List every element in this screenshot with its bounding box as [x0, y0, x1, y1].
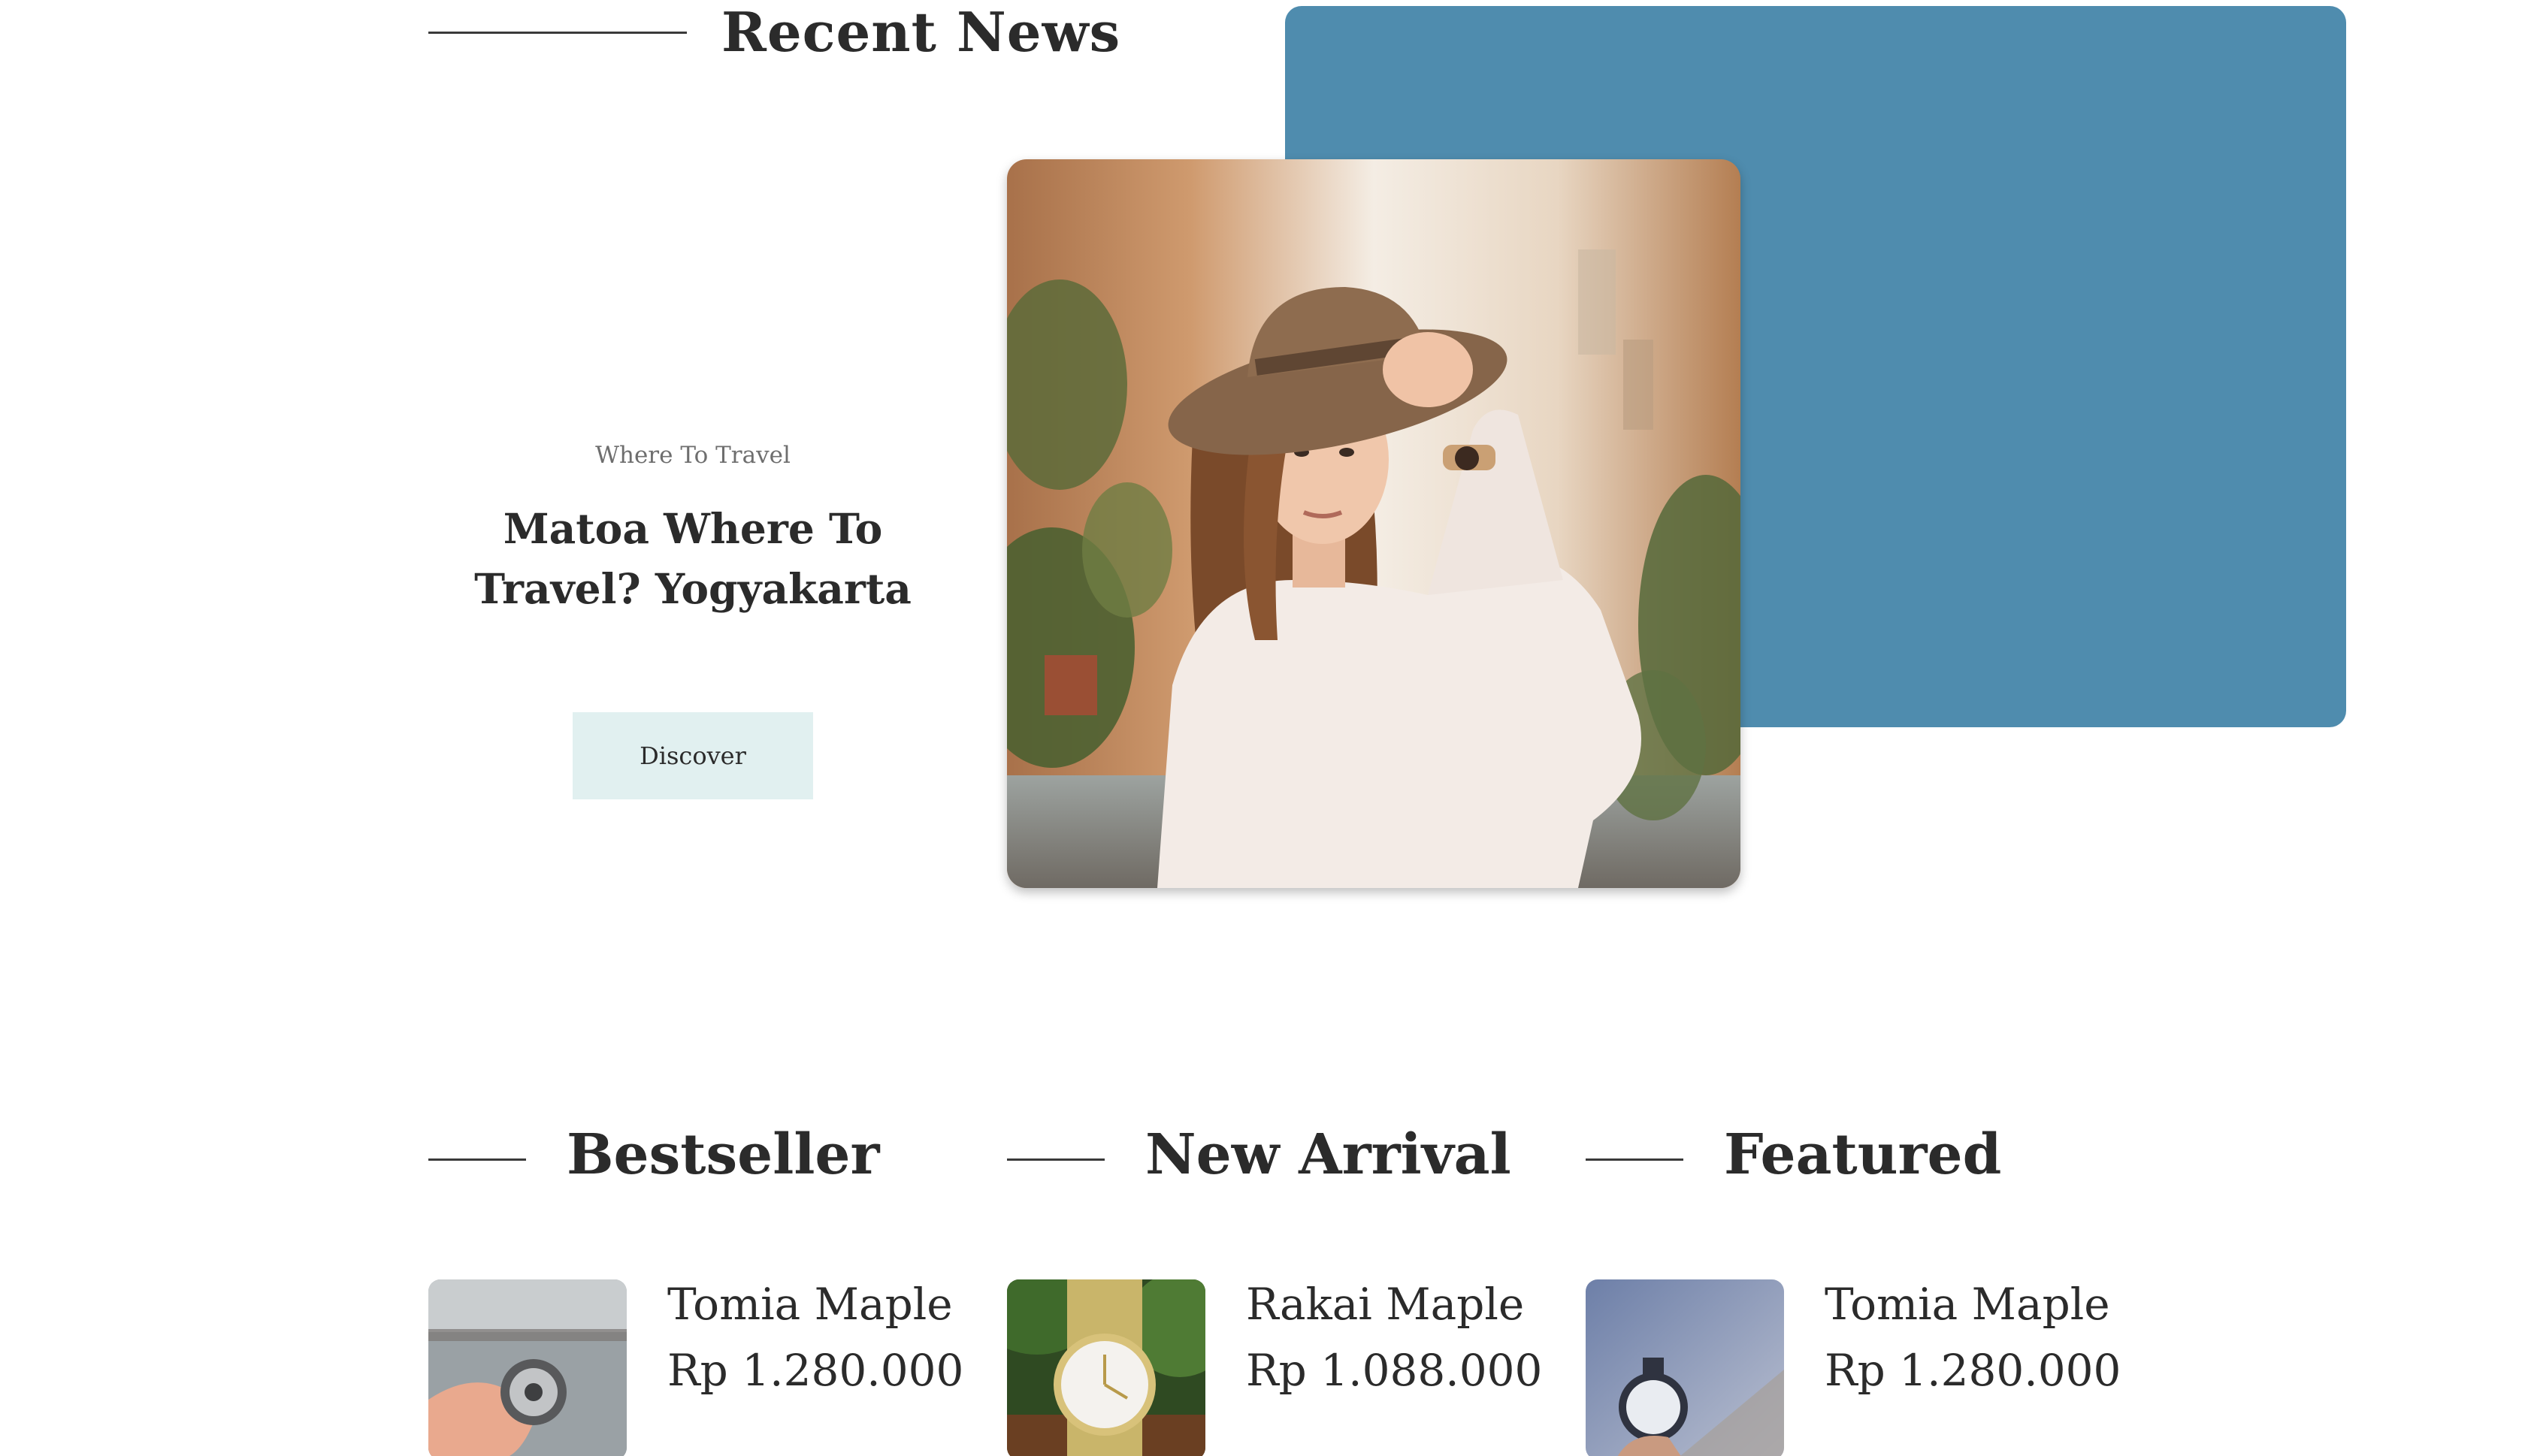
- discover-button[interactable]: Discover: [573, 712, 813, 799]
- bestseller-heading: Bestseller: [567, 1122, 880, 1187]
- heading-divider-line: [1586, 1158, 1683, 1161]
- product-name[interactable]: Rakai Maple: [1246, 1279, 1524, 1330]
- news-feature-image[interactable]: [1007, 159, 1740, 888]
- heading-divider-line: [428, 32, 687, 34]
- heading-divider-line: [1007, 1158, 1105, 1161]
- heading-divider-line: [428, 1158, 526, 1161]
- product-image-featured[interactable]: [1586, 1279, 1784, 1456]
- news-title[interactable]: Matoa Where To Travel? Yogyakarta: [428, 499, 957, 619]
- new-arrival-heading: New Arrival: [1145, 1122, 1511, 1187]
- product-price: Rp 1.088.000: [1246, 1345, 1543, 1396]
- news-category: Where To Travel: [595, 442, 791, 469]
- product-image-new-arrival[interactable]: [1007, 1279, 1205, 1456]
- page: Recent News Where To Travel Matoa Where …: [0, 0, 2525, 1456]
- product-image-bestseller[interactable]: [428, 1279, 627, 1456]
- featured-heading: Featured: [1724, 1122, 2002, 1187]
- product-price: Rp 1.280.000: [667, 1345, 964, 1396]
- product-name[interactable]: Tomia Maple: [667, 1279, 953, 1330]
- product-name[interactable]: Tomia Maple: [1825, 1279, 2110, 1330]
- product-price: Rp 1.280.000: [1825, 1345, 2121, 1396]
- recent-news-heading: Recent News: [721, 0, 1121, 64]
